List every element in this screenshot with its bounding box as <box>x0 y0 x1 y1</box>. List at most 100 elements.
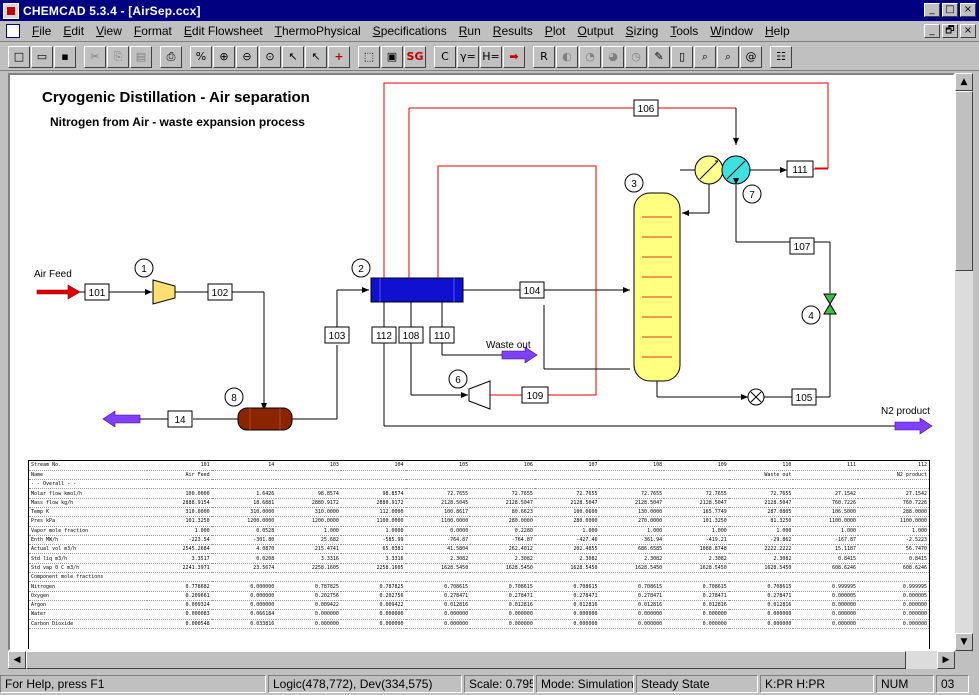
stream-105-label: 105 <box>796 393 813 404</box>
recycle-c-button[interactable]: C <box>434 45 456 68</box>
clock-icon[interactable]: ◷ <box>625 45 647 68</box>
flash-drum-8[interactable] <box>237 407 293 431</box>
scroll-left-icon[interactable]: ◀ <box>8 651 26 669</box>
select-remove-icon[interactable]: ↖ <box>305 45 327 68</box>
table-row: Water 0.000083 0.066184 0.000000 0.000000 0.0… <box>29 609 929 620</box>
menu-sizing[interactable]: Sizing <box>620 24 665 38</box>
maximize-button[interactable]: □ <box>942 3 958 17</box>
table-row: Component mole fractions <box>29 572 929 583</box>
search-at-icon[interactable]: @ <box>740 45 762 68</box>
menu-tools[interactable]: Tools <box>664 24 704 38</box>
n2-product-arrow[interactable] <box>894 417 933 435</box>
menu-file[interactable]: File <box>26 24 57 38</box>
table-row: Argon 0.009324 0.000000 0.009422 0.009422 0.0… <box>29 600 929 611</box>
find-next-icon[interactable]: ⌕ <box>717 45 739 68</box>
minimize-button[interactable]: _ <box>924 3 940 17</box>
horizontal-scrollbar[interactable]: ◀ ▶ <box>8 651 955 669</box>
distillation-column[interactable] <box>633 192 681 382</box>
pie-chart-icon[interactable]: ◐ <box>556 45 578 68</box>
stream-14-label: 14 <box>174 415 186 426</box>
zoom-out-icon[interactable]: ⊖ <box>236 45 258 68</box>
unit-3-label: 3 <box>631 179 637 190</box>
status-logic: Logic(478,772), Dev(334,575) <box>268 675 462 693</box>
vertical-scroll-thumb[interactable] <box>955 91 973 271</box>
zoom-in-icon[interactable]: ⊕ <box>213 45 235 68</box>
table-row: Name Air Feed Waste out N2 product <box>29 470 929 481</box>
table-row: Stream No. 101 14 103 104 105 106 107 108 109 110 1… <box>29 461 929 471</box>
table-row: Enth MW/h -223.54 -301.80 25.682 -585.99 -764… <box>29 535 929 546</box>
menu-output[interactable]: Output <box>572 24 620 38</box>
menu-edit[interactable]: Edit <box>57 24 90 38</box>
close-button[interactable]: × <box>960 3 976 17</box>
dial-icon[interactable]: ◕ <box>602 45 624 68</box>
run-arrow-icon[interactable]: ➡ <box>503 45 525 68</box>
new-file-icon[interactable]: □ <box>8 45 30 68</box>
menu-bar: File Edit View Format Edit Flowsheet The… <box>0 21 979 42</box>
menu-view[interactable]: View <box>90 24 128 38</box>
print-icon[interactable]: ⎙ <box>160 45 182 68</box>
compressor-1[interactable] <box>152 279 176 305</box>
menu-plot[interactable]: Plot <box>539 24 572 38</box>
edit-note-icon[interactable]: ✎ <box>648 45 670 68</box>
stream-102-label: 102 <box>212 288 229 299</box>
stream-report[interactable]: Stream No. 101 14 103 104 105 106 107 108 109 110 1… <box>28 460 930 649</box>
menu-help[interactable]: Help <box>759 24 796 38</box>
app-icon[interactable] <box>3 2 19 19</box>
enthalpy-button[interactable]: H= <box>480 45 502 68</box>
menu-specifications[interactable]: Specifications <box>367 24 453 38</box>
find-icon[interactable]: ⌕ <box>694 45 716 68</box>
crosshair-icon[interactable]: + <box>328 45 350 68</box>
stream-101-label: 101 <box>89 288 106 299</box>
menu-thermophysical[interactable]: ThermoPhysical <box>269 24 367 38</box>
menu-run[interactable]: Run <box>453 24 487 38</box>
valve-4[interactable] <box>823 293 837 315</box>
table-row: Pres kPa 101.3250 1200.0000 1200.0000 1100.0… <box>29 516 929 527</box>
menu-results[interactable]: Results <box>487 24 539 38</box>
book-icon[interactable]: ▯ <box>671 45 693 68</box>
flowsheet-canvas[interactable]: Cryogenic Distillation - Air separation … <box>8 73 955 651</box>
flowsheet-diagram: Air Feed 101 1 102 8 14 103 2 104 106 11… <box>34 82 933 435</box>
gamma-button[interactable]: γ= <box>457 45 479 68</box>
unit-8-label: 8 <box>231 393 237 404</box>
scroll-down-icon[interactable]: ▼ <box>955 633 973 651</box>
zoom-fit-icon[interactable]: ⊙ <box>259 45 281 68</box>
select-box-icon[interactable]: ⬚ <box>358 45 380 68</box>
zoom-percent-button[interactable]: % <box>190 45 212 68</box>
menu-format[interactable]: Format <box>128 24 178 38</box>
doc-minimize-button[interactable]: _ <box>924 24 940 38</box>
menu-edit-flowsheet[interactable]: Edit Flowsheet <box>178 24 269 38</box>
doc-close-button[interactable]: × <box>960 24 976 38</box>
save-icon[interactable]: ▪ <box>54 45 76 68</box>
stream-104-label: 104 <box>524 286 541 297</box>
doc-restore-button[interactable]: 🗗 <box>942 24 958 38</box>
status-extra: 03 <box>936 675 969 693</box>
liquid-out-arrow[interactable] <box>102 410 141 428</box>
air-feed-arrow[interactable] <box>36 284 81 300</box>
multistream-heat-exchanger[interactable] <box>370 277 464 303</box>
frame-icon[interactable]: ▣ <box>381 45 403 68</box>
table-row: Std liq m3/h 3.3517 0.0208 3.3316 3.3316 2.30… <box>29 553 929 564</box>
stream-109-label: 109 <box>527 391 544 402</box>
scroll-up-icon[interactable]: ▲ <box>955 73 973 91</box>
component-list-icon[interactable]: ☷ <box>770 45 792 68</box>
status-help: For Help, press F1 <box>0 675 266 693</box>
unit-2-label: 2 <box>358 264 364 275</box>
copy-icon[interactable]: ⎘ <box>107 45 129 68</box>
cut-icon[interactable]: ✂ <box>84 45 106 68</box>
open-file-icon[interactable]: ▭ <box>31 45 53 68</box>
stream-108-label: 108 <box>403 331 420 342</box>
document-icon[interactable] <box>6 24 20 38</box>
expander-6[interactable] <box>468 380 491 410</box>
air-feed-label: Air Feed <box>34 269 72 280</box>
paste-icon[interactable]: ▤ <box>130 45 152 68</box>
report-r-button[interactable]: R <box>533 45 555 68</box>
scroll-right-icon[interactable]: ▶ <box>937 651 955 669</box>
gauge-icon[interactable]: ◔ <box>579 45 601 68</box>
stream-107-label: 106 <box>638 104 655 115</box>
stream-106-label: 107 <box>794 242 811 253</box>
menu-window[interactable]: Window <box>704 24 759 38</box>
sg-button[interactable]: SG <box>404 45 426 68</box>
vertical-scrollbar[interactable]: ▲ ▼ <box>955 73 973 651</box>
select-add-icon[interactable]: ↖ <box>282 45 304 68</box>
horizontal-scroll-thumb[interactable] <box>26 651 906 669</box>
